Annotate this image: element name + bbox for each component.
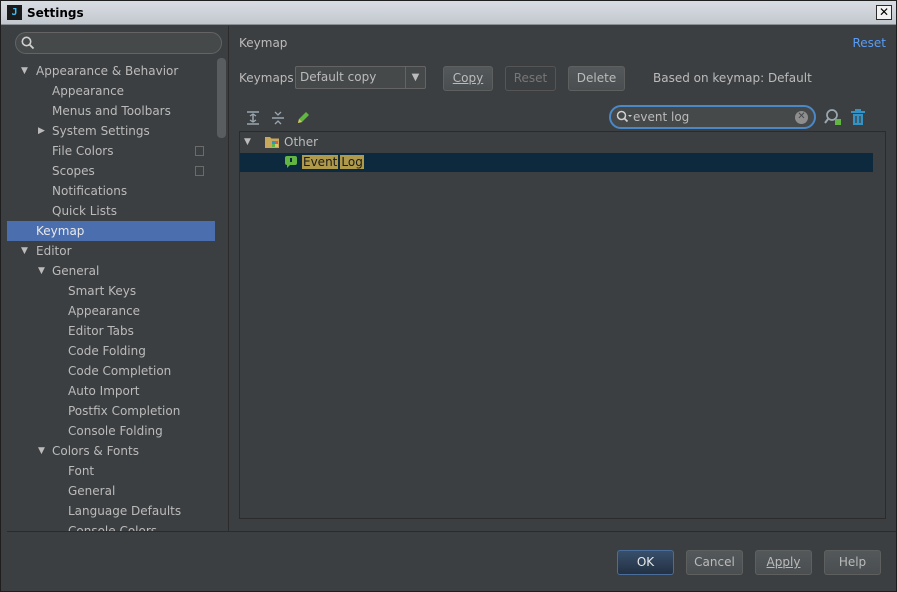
tree-row-event-log[interactable]: Event Log — [240, 153, 873, 172]
expanded-arrow-icon[interactable]: ▼ — [21, 61, 33, 81]
expanded-arrow-icon[interactable]: ▼ — [38, 261, 50, 281]
keymap-dropdown-value: Default copy — [300, 70, 377, 84]
sidebar-item-scopes[interactable]: Scopes — [7, 161, 228, 181]
sidebar-item-editor-appearance[interactable]: Appearance — [7, 301, 228, 321]
expanded-arrow-icon[interactable]: ▼ — [244, 133, 251, 152]
sidebar-item-general[interactable]: ▼ General — [7, 261, 228, 281]
project-settings-icon — [195, 146, 204, 156]
tree-row-other[interactable]: ▼ Other — [240, 133, 873, 152]
sidebar-item-postfix-completion[interactable]: Postfix Completion — [7, 401, 228, 421]
keymap-dropdown[interactable]: Default copy ▼ — [295, 66, 426, 89]
copy-button[interactable]: Copy — [443, 66, 493, 91]
cancel-button[interactable]: Cancel — [686, 550, 743, 575]
reset-button[interactable]: Reset — [505, 66, 556, 91]
sidebar-item-auto-import[interactable]: Auto Import — [7, 381, 228, 401]
settings-sidebar: ▼ Appearance & Behavior Appearance Menus… — [7, 26, 229, 531]
jetbrains-icon: J — [7, 5, 22, 20]
panel-title: Keymap — [239, 36, 288, 50]
highlight-log: Log — [340, 155, 364, 169]
sidebar-item-smart-keys[interactable]: Smart Keys — [7, 281, 228, 301]
sidebar-item-code-folding[interactable]: Code Folding — [7, 341, 228, 361]
based-on-keymap-text: Based on keymap: Default — [653, 71, 812, 85]
sidebar-scrollbar[interactable] — [217, 58, 226, 138]
title-bar: J Settings ✕ — [1, 1, 896, 25]
sidebar-item-editor-tabs[interactable]: Editor Tabs — [7, 321, 228, 341]
sidebar-item-keymap[interactable]: Keymap — [7, 221, 215, 241]
event-log-icon — [285, 156, 297, 168]
sidebar-item-menus-toolbars[interactable]: Menus and Toolbars — [7, 101, 228, 121]
keymap-search-input[interactable]: event log ✕ — [609, 105, 816, 129]
highlight-event: Event — [302, 155, 339, 169]
close-button[interactable]: ✕ — [876, 5, 892, 20]
search-icon — [616, 110, 632, 123]
sidebar-item-system-settings[interactable]: ▶ System Settings — [7, 121, 228, 141]
settings-search-input[interactable] — [15, 32, 222, 54]
expanded-arrow-icon[interactable]: ▼ — [21, 241, 33, 261]
keymaps-label: Keymaps: — [239, 71, 298, 85]
settings-dialog: J Settings ✕ ▼ Appearance & Behavior App… — [0, 0, 897, 592]
delete-button[interactable]: Delete — [568, 66, 625, 91]
sidebar-item-console-colors[interactable]: Console Colors — [7, 521, 228, 531]
ok-button[interactable]: OK — [617, 550, 674, 575]
sidebar-item-code-completion[interactable]: Code Completion — [7, 361, 228, 381]
sidebar-item-notifications[interactable]: Notifications — [7, 181, 228, 201]
project-settings-icon — [195, 166, 204, 176]
collapse-all-icon[interactable] — [270, 110, 286, 126]
sidebar-item-appearance[interactable]: Appearance — [7, 81, 228, 101]
sidebar-item-language-defaults[interactable]: Language Defaults — [7, 501, 228, 521]
footer-divider — [7, 531, 896, 532]
keymap-action-tree[interactable]: ▼ Other Event Log — [239, 131, 886, 519]
expand-all-icon[interactable] — [245, 110, 261, 126]
sidebar-item-console-folding[interactable]: Console Folding — [7, 421, 228, 441]
settings-tree: ▼ Appearance & Behavior Appearance Menus… — [7, 61, 228, 531]
clear-icon[interactable]: ✕ — [795, 111, 808, 124]
sidebar-item-font[interactable]: Font — [7, 461, 228, 481]
action-label: Event Log — [302, 153, 366, 172]
sidebar-item-editor[interactable]: ▼ Editor — [7, 241, 228, 261]
sidebar-item-file-colors[interactable]: File Colors — [7, 141, 228, 161]
collapsed-arrow-icon[interactable]: ▶ — [38, 121, 50, 141]
expanded-arrow-icon[interactable]: ▼ — [38, 441, 50, 461]
folder-icon — [265, 137, 279, 148]
sidebar-item-colors-general[interactable]: General — [7, 481, 228, 501]
window-title: Settings — [27, 6, 84, 20]
chevron-down-icon[interactable]: ▼ — [405, 67, 425, 88]
help-button[interactable]: Help — [824, 550, 881, 575]
find-by-shortcut-icon[interactable] — [824, 108, 842, 126]
search-value: event log — [633, 110, 690, 124]
reset-link[interactable]: Reset — [852, 36, 886, 50]
keymap-panel: Keymap Reset Keymaps: Default copy ▼ Cop… — [230, 26, 896, 531]
sidebar-item-colors-fonts[interactable]: ▼ Colors & Fonts — [7, 441, 228, 461]
sidebar-item-quick-lists[interactable]: Quick Lists — [7, 201, 228, 221]
apply-button[interactable]: Apply — [755, 550, 812, 575]
trash-icon[interactable] — [850, 108, 866, 126]
search-icon — [21, 36, 35, 50]
edit-pencil-icon[interactable] — [295, 110, 311, 126]
sidebar-item-appearance-behavior[interactable]: ▼ Appearance & Behavior — [7, 61, 228, 81]
